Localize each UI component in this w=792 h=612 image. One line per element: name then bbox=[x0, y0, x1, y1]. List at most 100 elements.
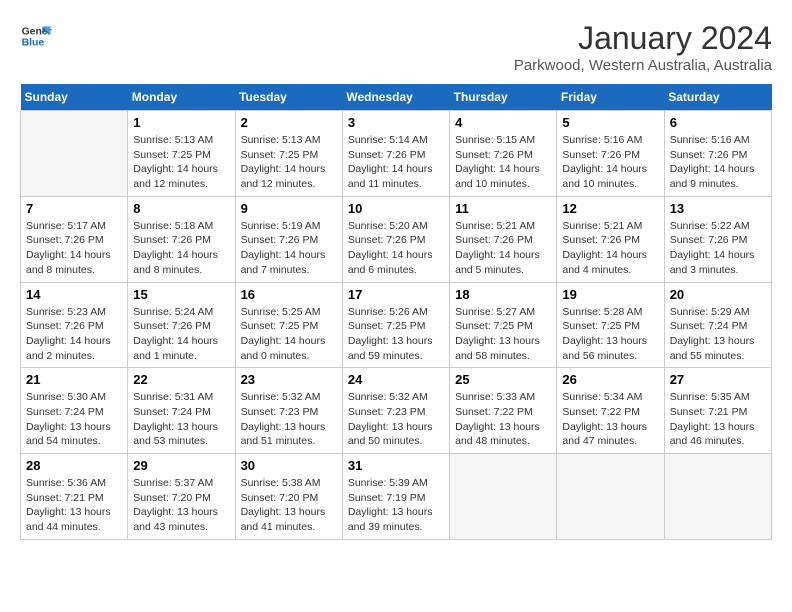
day-number: 15 bbox=[133, 287, 229, 302]
day-info: Sunrise: 5:30 AM Sunset: 7:24 PM Dayligh… bbox=[26, 390, 122, 449]
day-info: Sunrise: 5:28 AM Sunset: 7:25 PM Dayligh… bbox=[562, 305, 658, 364]
calendar-week-1: 1 Sunrise: 5:13 AM Sunset: 7:25 PM Daylig… bbox=[21, 111, 772, 197]
calendar-week-5: 28 Sunrise: 5:36 AM Sunset: 7:21 PM Dayli… bbox=[21, 454, 772, 540]
column-header-sunday: Sunday bbox=[21, 84, 128, 111]
day-info: Sunrise: 5:16 AM Sunset: 7:26 PM Dayligh… bbox=[670, 133, 766, 192]
day-info: Sunrise: 5:19 AM Sunset: 7:26 PM Dayligh… bbox=[241, 219, 337, 278]
calendar-cell: 7Sunrise: 5:17 AM Sunset: 7:26 PM Daylig… bbox=[21, 196, 128, 282]
day-number: 3 bbox=[348, 115, 444, 130]
day-info: Sunrise: 5:23 AM Sunset: 7:26 PM Dayligh… bbox=[26, 305, 122, 364]
days-header-row: SundayMondayTuesdayWednesdayThursdayFrid… bbox=[21, 84, 772, 111]
calendar-cell: 30 Sunrise: 5:38 AM Sunset: 7:20 PM Dayli… bbox=[235, 454, 342, 540]
calendar-cell: 6 Sunrise: 5:16 AM Sunset: 7:26 PM Daylig… bbox=[664, 111, 771, 197]
logo-icon: General Blue bbox=[20, 20, 52, 52]
day-number: 6 bbox=[670, 115, 766, 130]
day-number: 19 bbox=[562, 287, 658, 302]
calendar-cell: 3 Sunrise: 5:14 AM Sunset: 7:26 PM Daylig… bbox=[342, 111, 449, 197]
day-info: Sunrise: 5:13 AM Sunset: 7:25 PM Dayligh… bbox=[133, 133, 229, 192]
day-info: Sunrise: 5:25 AM Sunset: 7:25 PM Dayligh… bbox=[241, 305, 337, 364]
day-info: Sunrise: 5:32 AM Sunset: 7:23 PM Dayligh… bbox=[241, 390, 337, 449]
day-info: Sunrise: 5:26 AM Sunset: 7:25 PM Dayligh… bbox=[348, 305, 444, 364]
day-info: Sunrise: 5:14 AM Sunset: 7:26 PM Dayligh… bbox=[348, 133, 444, 192]
day-info: Sunrise: 5:38 AM Sunset: 7:20 PM Dayligh… bbox=[241, 476, 337, 535]
column-header-thursday: Thursday bbox=[450, 84, 557, 111]
day-number: 25 bbox=[455, 372, 551, 387]
day-info: Sunrise: 5:24 AM Sunset: 7:26 PM Dayligh… bbox=[133, 305, 229, 364]
calendar-cell: 9 Sunrise: 5:19 AM Sunset: 7:26 PM Daylig… bbox=[235, 196, 342, 282]
day-info: Sunrise: 5:32 AM Sunset: 7:23 PM Dayligh… bbox=[348, 390, 444, 449]
calendar-cell: 20 Sunrise: 5:29 AM Sunset: 7:24 PM Dayli… bbox=[664, 282, 771, 368]
day-info: Sunrise: 5:35 AM Sunset: 7:21 PM Dayligh… bbox=[670, 390, 766, 449]
day-info: Sunrise: 5:21 AM Sunset: 7:26 PM Dayligh… bbox=[455, 219, 551, 278]
day-number: 4 bbox=[455, 115, 551, 130]
day-number: 30 bbox=[241, 458, 337, 473]
day-info: Sunrise: 5:20 AM Sunset: 7:26 PM Dayligh… bbox=[348, 219, 444, 278]
day-info: Sunrise: 5:31 AM Sunset: 7:24 PM Dayligh… bbox=[133, 390, 229, 449]
day-number: 20 bbox=[670, 287, 766, 302]
calendar-cell: 22 Sunrise: 5:31 AM Sunset: 7:24 PM Dayli… bbox=[128, 368, 235, 454]
column-header-friday: Friday bbox=[557, 84, 664, 111]
day-number: 29 bbox=[133, 458, 229, 473]
day-number: 11 bbox=[455, 201, 551, 216]
calendar-cell: 31 Sunrise: 5:39 AM Sunset: 7:19 PM Dayli… bbox=[342, 454, 449, 540]
calendar-cell bbox=[664, 454, 771, 540]
day-info: Sunrise: 5:16 AM Sunset: 7:26 PM Dayligh… bbox=[562, 133, 658, 192]
day-info: Sunrise: 5:39 AM Sunset: 7:19 PM Dayligh… bbox=[348, 476, 444, 535]
calendar-cell: 21Sunrise: 5:30 AM Sunset: 7:24 PM Dayli… bbox=[21, 368, 128, 454]
calendar-cell: 4 Sunrise: 5:15 AM Sunset: 7:26 PM Daylig… bbox=[450, 111, 557, 197]
day-number: 28 bbox=[26, 458, 122, 473]
day-number: 1 bbox=[133, 115, 229, 130]
day-info: Sunrise: 5:18 AM Sunset: 7:26 PM Dayligh… bbox=[133, 219, 229, 278]
day-number: 8 bbox=[133, 201, 229, 216]
logo: General Blue bbox=[20, 20, 52, 52]
day-info: Sunrise: 5:37 AM Sunset: 7:20 PM Dayligh… bbox=[133, 476, 229, 535]
location-title: Parkwood, Western Australia, Australia bbox=[514, 57, 772, 74]
calendar-cell: 13Sunrise: 5:22 AM Sunset: 7:26 PM Dayli… bbox=[664, 196, 771, 282]
calendar-cell: 14Sunrise: 5:23 AM Sunset: 7:26 PM Dayli… bbox=[21, 282, 128, 368]
calendar-cell: 2 Sunrise: 5:13 AM Sunset: 7:25 PM Daylig… bbox=[235, 111, 342, 197]
day-info: Sunrise: 5:22 AM Sunset: 7:26 PM Dayligh… bbox=[670, 219, 766, 278]
calendar-cell: 26Sunrise: 5:34 AM Sunset: 7:22 PM Dayli… bbox=[557, 368, 664, 454]
day-number: 9 bbox=[241, 201, 337, 216]
month-title: January 2024 bbox=[514, 20, 772, 57]
day-number: 22 bbox=[133, 372, 229, 387]
day-number: 18 bbox=[455, 287, 551, 302]
calendar-cell: 1 Sunrise: 5:13 AM Sunset: 7:25 PM Daylig… bbox=[128, 111, 235, 197]
day-info: Sunrise: 5:21 AM Sunset: 7:26 PM Dayligh… bbox=[562, 219, 658, 278]
day-number: 16 bbox=[241, 287, 337, 302]
day-number: 23 bbox=[241, 372, 337, 387]
calendar-cell: 24 Sunrise: 5:32 AM Sunset: 7:23 PM Dayli… bbox=[342, 368, 449, 454]
day-number: 2 bbox=[241, 115, 337, 130]
calendar-week-3: 14Sunrise: 5:23 AM Sunset: 7:26 PM Dayli… bbox=[21, 282, 772, 368]
calendar-cell bbox=[557, 454, 664, 540]
day-number: 5 bbox=[562, 115, 658, 130]
column-header-monday: Monday bbox=[128, 84, 235, 111]
calendar-cell: 5 Sunrise: 5:16 AM Sunset: 7:26 PM Daylig… bbox=[557, 111, 664, 197]
calendar-week-2: 7Sunrise: 5:17 AM Sunset: 7:26 PM Daylig… bbox=[21, 196, 772, 282]
day-info: Sunrise: 5:27 AM Sunset: 7:25 PM Dayligh… bbox=[455, 305, 551, 364]
day-number: 27 bbox=[670, 372, 766, 387]
day-info: Sunrise: 5:13 AM Sunset: 7:25 PM Dayligh… bbox=[241, 133, 337, 192]
day-number: 31 bbox=[348, 458, 444, 473]
calendar-cell: 27 Sunrise: 5:35 AM Sunset: 7:21 PM Dayli… bbox=[664, 368, 771, 454]
calendar-cell: 11 Sunrise: 5:21 AM Sunset: 7:26 PM Dayli… bbox=[450, 196, 557, 282]
day-info: Sunrise: 5:36 AM Sunset: 7:21 PM Dayligh… bbox=[26, 476, 122, 535]
day-info: Sunrise: 5:29 AM Sunset: 7:24 PM Dayligh… bbox=[670, 305, 766, 364]
day-number: 7 bbox=[26, 201, 122, 216]
calendar-cell: 18 Sunrise: 5:27 AM Sunset: 7:25 PM Dayli… bbox=[450, 282, 557, 368]
calendar-cell: 23 Sunrise: 5:32 AM Sunset: 7:23 PM Dayli… bbox=[235, 368, 342, 454]
day-info: Sunrise: 5:15 AM Sunset: 7:26 PM Dayligh… bbox=[455, 133, 551, 192]
column-header-wednesday: Wednesday bbox=[342, 84, 449, 111]
calendar-cell: 10Sunrise: 5:20 AM Sunset: 7:26 PM Dayli… bbox=[342, 196, 449, 282]
day-number: 26 bbox=[562, 372, 658, 387]
svg-text:Blue: Blue bbox=[22, 38, 45, 49]
title-area: January 2024 Parkwood, Western Australia… bbox=[514, 20, 772, 74]
day-number: 17 bbox=[348, 287, 444, 302]
column-header-tuesday: Tuesday bbox=[235, 84, 342, 111]
day-number: 24 bbox=[348, 372, 444, 387]
calendar-cell: 15 Sunrise: 5:24 AM Sunset: 7:26 PM Dayli… bbox=[128, 282, 235, 368]
calendar-cell bbox=[450, 454, 557, 540]
calendar-cell: 19 Sunrise: 5:28 AM Sunset: 7:25 PM Dayli… bbox=[557, 282, 664, 368]
calendar-cell: 28 Sunrise: 5:36 AM Sunset: 7:21 PM Dayli… bbox=[21, 454, 128, 540]
column-header-saturday: Saturday bbox=[664, 84, 771, 111]
